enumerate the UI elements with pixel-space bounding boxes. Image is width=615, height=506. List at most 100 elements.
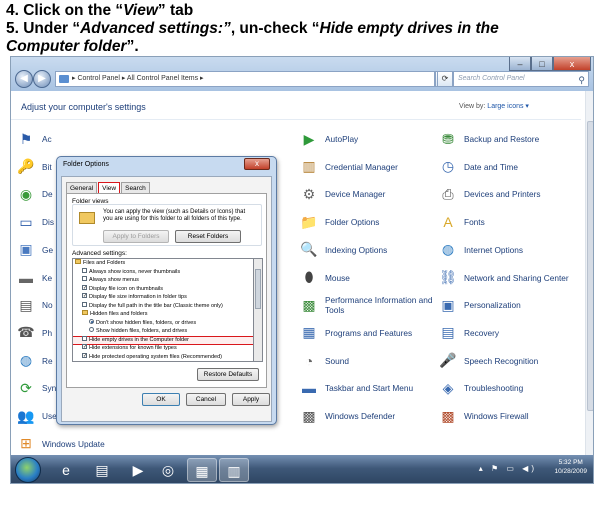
cp-item[interactable]: ◷ Date and Time xyxy=(438,153,573,181)
setting-row[interactable]: Always show icons, never thumbnails xyxy=(73,267,253,277)
setting-row[interactable]: ✓ Display file icon on thumbnails xyxy=(73,284,253,294)
maximize-button[interactable]: □ xyxy=(531,57,553,71)
checkbox-checked[interactable]: ✓ xyxy=(82,344,87,350)
search-icon[interactable]: ⚲ xyxy=(578,73,585,87)
dialog-close-button[interactable]: x xyxy=(244,158,270,170)
cp-item-label: Windows Defender xyxy=(325,411,396,421)
reset-folders-button[interactable]: Reset Folders xyxy=(175,230,241,243)
folder-icon xyxy=(75,259,81,265)
advanced-settings-scrollbar[interactable] xyxy=(254,258,263,362)
radio-unselected[interactable] xyxy=(89,327,94,333)
setting-row[interactable]: ✓ Hide protected operating system files (… xyxy=(73,352,253,362)
apply-to-folders-button[interactable]: Apply to Folders xyxy=(103,230,169,243)
scrollbar[interactable] xyxy=(585,91,593,455)
checkbox-checked[interactable]: ✓ xyxy=(82,293,87,299)
cp-item[interactable]: ▣ Personalization xyxy=(438,291,573,319)
search-input[interactable]: Search Control Panel ⚲ xyxy=(453,71,589,87)
instructions: 4. Click on the “View” tab 5. Under “Adv… xyxy=(6,2,606,56)
setting-row[interactable]: Files and Folders xyxy=(73,259,253,268)
back-arrow-icon[interactable]: ◀ xyxy=(15,70,33,88)
checkbox-checked[interactable]: ✓ xyxy=(82,284,87,290)
setting-row[interactable]: ✓ Hide extensions for known file types xyxy=(73,344,253,353)
cp-item[interactable]: ▦ Programs and Features xyxy=(299,319,434,347)
advanced-settings-list[interactable]: Files and Folders Always show icons, neve… xyxy=(72,258,254,362)
checkbox-checked[interactable]: ✓ xyxy=(82,352,87,358)
cp-item[interactable]: ⚙ Device Manager xyxy=(299,180,434,208)
flag-icon: ⚑ xyxy=(19,130,33,147)
internet-explorer-icon[interactable]: e xyxy=(51,458,81,482)
restore-defaults-button[interactable]: Restore Defaults xyxy=(197,368,259,381)
cp-item[interactable]: ⚑ Ac xyxy=(16,125,151,153)
cp-item[interactable]: ▩ Windows Firewall xyxy=(438,402,573,430)
cp-item[interactable]: ◔ Sound xyxy=(299,347,434,375)
media-player-icon[interactable]: ▶ xyxy=(123,458,153,482)
cp-item[interactable]: ◍ Internet Options xyxy=(438,236,573,264)
cp-item-label: De xyxy=(42,189,53,200)
step-5-prefix: 5. Under “ xyxy=(6,20,81,37)
date-time-icon: ◷ xyxy=(441,158,455,175)
setting-label: Show hidden files, folders, and drives xyxy=(96,328,188,334)
setting-row[interactable]: ✓ Display file size information in folder… xyxy=(73,293,253,302)
cp-item[interactable]: ▩ Windows Defender xyxy=(299,402,434,430)
tray-icons[interactable]: ▴ ⚑ ▭ ◀) xyxy=(479,464,537,473)
clock[interactable]: 5:32 PM 10/28/2009 xyxy=(554,458,587,476)
media-center-icon[interactable]: ◎ xyxy=(153,458,183,482)
checkbox-unchecked[interactable] xyxy=(82,276,87,282)
apply-button[interactable]: Apply xyxy=(232,393,270,406)
setting-row[interactable]: Hidden files and folders xyxy=(73,310,253,319)
mouse-icon: ⬮ xyxy=(304,269,314,285)
folder-views-icon xyxy=(79,212,95,224)
cp-item-label: Dis xyxy=(42,217,54,228)
cp-item[interactable]: ⎙ Devices and Printers xyxy=(438,180,573,208)
close-button[interactable]: x xyxy=(553,57,591,71)
setting-row[interactable]: Always show menus xyxy=(73,276,253,285)
default-programs-icon: ◉ xyxy=(19,185,33,202)
cp-item-label: Ge xyxy=(42,244,54,255)
setting-label: Display the full path in the title bar (… xyxy=(89,302,223,309)
address-bar[interactable]: ▸ Control Panel ▸ All Control Panel Item… xyxy=(55,71,435,87)
checkbox-unchecked[interactable] xyxy=(82,301,87,307)
start-button[interactable] xyxy=(15,457,41,483)
setting-row[interactable]: Display the full path in the title bar (… xyxy=(73,301,253,311)
forward-arrow-icon[interactable]: ▶ xyxy=(33,70,51,88)
cp-item[interactable]: ▤ Recovery xyxy=(438,319,573,347)
cp-item[interactable]: 📁 Folder Options xyxy=(299,208,434,236)
cp-item[interactable]: ⛃ Backup and Restore xyxy=(438,125,573,153)
ok-button[interactable]: OK xyxy=(142,393,180,406)
cp-item[interactable]: ▶ AutoPlay xyxy=(299,125,434,153)
folder-options-task-icon[interactable]: ▥ xyxy=(219,458,249,482)
minimize-button[interactable]: – xyxy=(509,57,531,71)
cp-item-label: Bit xyxy=(42,161,52,172)
cp-item[interactable]: ▬ Taskbar and Start Menu xyxy=(299,374,434,402)
cp-item[interactable]: 🔍 Indexing Options xyxy=(299,236,434,264)
cp-item[interactable]: 🎤 Speech Recognition xyxy=(438,347,573,375)
scrollbar-thumb[interactable] xyxy=(587,121,593,411)
troubleshooting-icon: ◈ xyxy=(442,379,454,396)
checkbox-unchecked[interactable] xyxy=(82,335,87,341)
hide-empty-drives-option[interactable]: Hide empty drives in the Computer folder xyxy=(73,335,253,346)
checkbox-unchecked[interactable] xyxy=(82,267,87,273)
view-by[interactable]: View by: Large icons ▾ xyxy=(459,102,529,110)
setting-row[interactable]: Show hidden files, folders, and drives xyxy=(73,327,253,336)
windows-explorer-icon[interactable]: ▤ xyxy=(87,458,117,482)
setting-row[interactable]: Don't show hidden files, folders, or dri… xyxy=(73,318,253,328)
setting-label: Hide empty drives in the Computer folder xyxy=(89,336,189,343)
view-by-value[interactable]: Large icons ▾ xyxy=(487,103,529,110)
step-4-suffix: ” tab xyxy=(157,2,194,19)
cp-item[interactable]: ⬮ Mouse xyxy=(299,264,434,292)
cp-item[interactable]: ⛓ Network and Sharing Center xyxy=(438,264,573,292)
cp-item[interactable]: ▥ Credential Manager xyxy=(299,153,434,181)
cp-item[interactable]: ◈ Troubleshooting xyxy=(438,374,573,402)
refresh-icon[interactable]: ⟳ xyxy=(437,71,453,87)
cp-item[interactable]: ⊞ Windows Update xyxy=(16,430,151,458)
control-panel-icon[interactable]: ▦ xyxy=(187,458,217,482)
cp-item[interactable]: A Fonts xyxy=(438,208,573,236)
windows-update-icon: ⊞ xyxy=(20,435,32,452)
cp-item[interactable]: ▩ Performance Information and Tools xyxy=(299,291,434,319)
radio-selected[interactable] xyxy=(89,318,94,324)
step-5-option: Hide empty drives in the xyxy=(319,20,499,37)
advanced-settings-scroll-thumb[interactable] xyxy=(255,269,261,309)
indexing-options-icon: 🔍 xyxy=(300,241,318,258)
cancel-button[interactable]: Cancel xyxy=(186,393,226,406)
dialog-body: General View Search Folder views You can… xyxy=(61,176,272,422)
